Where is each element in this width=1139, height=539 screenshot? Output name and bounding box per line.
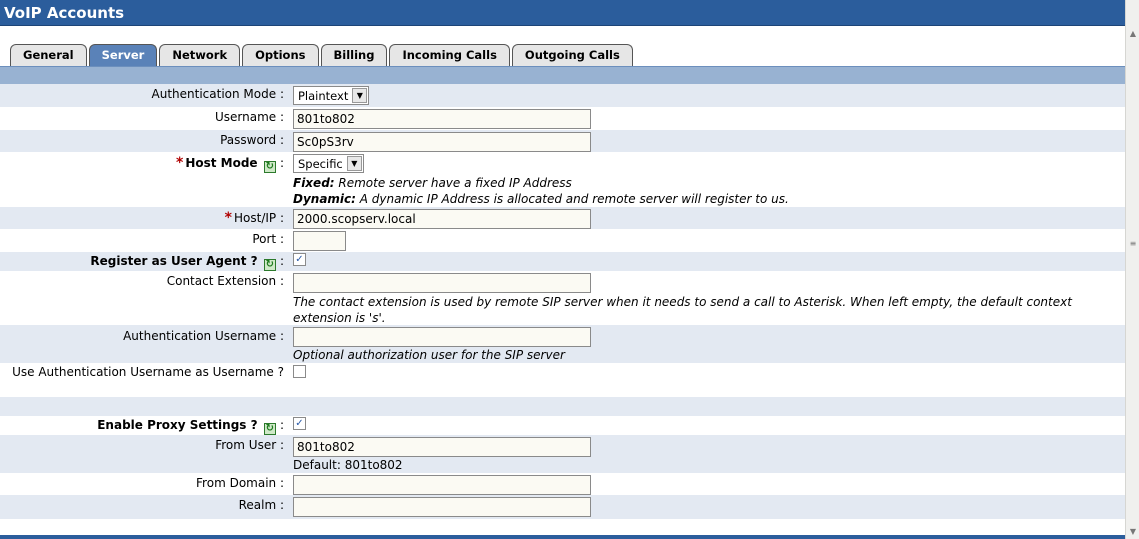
row-username: Username : 801to802 [0,107,1125,130]
from-domain-label: From Domain : [196,476,284,490]
row-auth-mode: Authentication Mode : Plaintext ▼ [0,84,1125,107]
row-host-ip: * Host/IP : 2000.scopserv.local [0,207,1125,229]
row-use-auth-as-username: Use Authentication Username as Username … [0,363,1125,397]
host-mode-label: * Host Mode ↻ : [175,155,284,173]
row-realm: Realm : [0,495,1125,519]
register-agent-checkbox[interactable]: ✓ [293,253,306,266]
host-ip-label: * Host/IP : [224,210,284,226]
window-title: VoIP Accounts [0,0,1125,26]
row-register-agent: Register as User Agent ? ↻ : ✓ [0,252,1125,271]
realm-input[interactable] [293,497,591,517]
port-input[interactable] [293,231,346,251]
tab-incoming-calls[interactable]: Incoming Calls [389,44,510,66]
host-mode-help: Fixed: Remote server have a fixed IP Add… [293,176,789,206]
use-auth-as-username-checkbox[interactable] [293,365,306,378]
tab-outgoing-calls[interactable]: Outgoing Calls [511,44,633,66]
chevron-down-icon[interactable]: ▼ [346,156,362,171]
refresh-help-icon[interactable]: ↻ [263,423,276,435]
auth-mode-label: Authentication Mode : [151,87,284,101]
row-host-mode: * Host Mode ↻ : Specific ▼ Fixed: Remote s… [0,152,1125,207]
contact-extension-input[interactable] [293,273,591,293]
enable-proxy-checkbox[interactable]: ✓ [293,417,306,430]
auth-username-label: Authentication Username : [123,329,284,343]
tab-server[interactable]: Server [88,44,158,66]
server-settings-form: Authentication Mode : Plaintext ▼ Usernam… [0,84,1125,519]
enable-proxy-label: Enable Proxy Settings ? ↻ : [97,418,284,435]
auth-username-input[interactable] [293,327,591,347]
row-enable-proxy: Enable Proxy Settings ? ↻ : ✓ [0,416,1125,435]
tab-billing[interactable]: Billing [320,44,388,66]
contact-extension-label: Contact Extension : [166,274,284,288]
from-user-input[interactable]: 801to802 [293,437,591,457]
asterisk-icon: * [224,210,232,226]
auth-username-help: Optional authorization user for the SIP … [293,348,565,362]
tab-network[interactable]: Network [159,44,241,66]
row-spacer [0,397,1125,416]
row-from-domain: From Domain : [0,473,1125,495]
username-input[interactable]: 801to802 [293,109,591,129]
refresh-help-icon[interactable]: ↻ [263,161,276,173]
tab-bar: General Server Network Options Billing I… [10,44,635,66]
refresh-help-icon[interactable]: ↻ [263,259,276,271]
username-label: Username : [214,110,284,124]
row-port: Port : [0,229,1125,252]
scroll-up-icon[interactable]: ▲ [1126,27,1139,41]
realm-label: Realm : [238,498,284,512]
scroll-down-icon[interactable]: ▼ [1126,525,1139,539]
scroll-grip-icon[interactable]: ≡ [1129,240,1137,248]
from-user-label: From User : [215,438,284,452]
chevron-down-icon[interactable]: ▼ [352,88,368,103]
vertical-scrollbar[interactable]: ▲ ≡ ▼ [1125,0,1139,539]
tab-options[interactable]: Options [242,44,319,66]
tab-content-header [0,66,1125,84]
password-label: Password : [220,133,284,147]
bottom-tab-bar [0,535,1125,539]
from-user-default: Default: 801to802 [293,458,403,472]
tab-general[interactable]: General [10,44,87,66]
contact-extension-help: The contact extension is used by remote … [293,295,1072,325]
register-agent-label: Register as User Agent ? ↻ : [90,254,284,271]
use-auth-as-username-label: Use Authentication Username as Username … [12,365,284,379]
auth-mode-select[interactable]: Plaintext ▼ [293,86,370,105]
host-mode-select[interactable]: Specific ▼ [293,154,364,173]
port-label: Port : [252,232,284,246]
row-password: Password : Sc0pS3rv [0,130,1125,152]
password-input[interactable]: Sc0pS3rv [293,132,591,152]
host-ip-input[interactable]: 2000.scopserv.local [293,209,591,229]
row-contact-extension: Contact Extension : The contact extensio… [0,271,1125,325]
asterisk-icon: * [175,155,184,171]
row-auth-username: Authentication Username : Optional autho… [0,325,1125,363]
row-from-user: From User : 801to802 Default: 801to802 [0,435,1125,473]
from-domain-input[interactable] [293,475,591,495]
